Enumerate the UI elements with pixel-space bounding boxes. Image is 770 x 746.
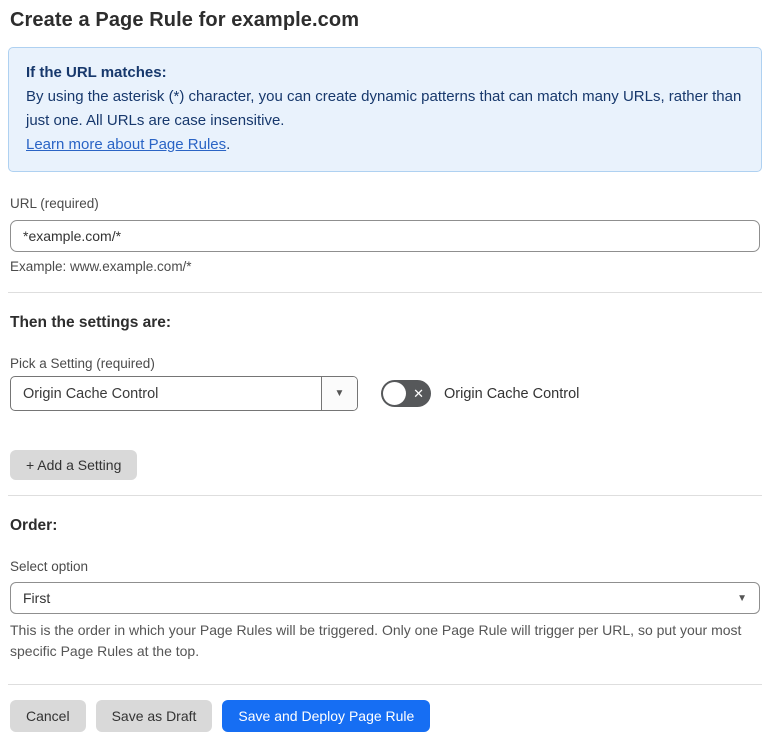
setting-dropdown-value: Origin Cache Control xyxy=(23,385,159,402)
toggle-off-x-icon: ✕ xyxy=(413,385,424,401)
divider xyxy=(8,495,762,496)
divider xyxy=(8,684,762,685)
dropdown-arrow-button[interactable]: ▼ xyxy=(321,377,357,410)
order-select-value: First xyxy=(23,590,51,606)
url-input[interactable] xyxy=(10,220,760,252)
chevron-down-icon: ▼ xyxy=(334,388,345,399)
footer-actions: Cancel Save as Draft Save and Deploy Pag… xyxy=(10,700,760,732)
info-box-heading: If the URL matches: xyxy=(26,64,167,81)
save-and-deploy-button[interactable]: Save and Deploy Page Rule xyxy=(222,700,431,732)
order-select-label: Select option xyxy=(10,559,89,574)
page-rule-form: Create a Page Rule for example.com If th… xyxy=(0,0,770,746)
caret-down-icon: ▼ xyxy=(737,592,747,604)
order-helper-text: This is the order in which your Page Rul… xyxy=(10,622,742,659)
url-example-helper: Example: www.example.com/* xyxy=(10,259,192,274)
link-period: . xyxy=(226,136,231,153)
setting-dropdown[interactable]: Origin Cache Control ▼ xyxy=(10,376,358,411)
setting-row: Origin Cache Control ▼ ✕ Origin Cache Co… xyxy=(10,376,760,411)
add-setting-button[interactable]: + Add a Setting xyxy=(10,450,138,480)
settings-section-heading: Then the settings are: xyxy=(10,314,172,331)
origin-cache-control-toggle[interactable]: ✕ xyxy=(381,380,431,407)
learn-more-link[interactable]: Learn more about Page Rules xyxy=(26,136,226,153)
info-box-link-line: Learn more about Page Rules. xyxy=(26,133,744,157)
url-field-label: URL (required) xyxy=(10,196,99,211)
order-section-heading: Order: xyxy=(10,517,58,534)
info-box-body: By using the asterisk (*) character, you… xyxy=(26,88,742,129)
save-as-draft-button[interactable]: Save as Draft xyxy=(95,700,213,732)
cancel-button[interactable]: Cancel xyxy=(10,700,86,732)
order-select[interactable]: First ▼ xyxy=(10,582,760,614)
url-match-info-box: If the URL matches: By using the asteris… xyxy=(8,47,762,172)
toggle-label: Origin Cache Control xyxy=(444,385,580,402)
toggle-knob xyxy=(383,382,406,405)
pick-setting-label: Pick a Setting (required) xyxy=(10,356,155,371)
page-title: Create a Page Rule for example.com xyxy=(10,9,360,31)
divider xyxy=(8,292,762,293)
